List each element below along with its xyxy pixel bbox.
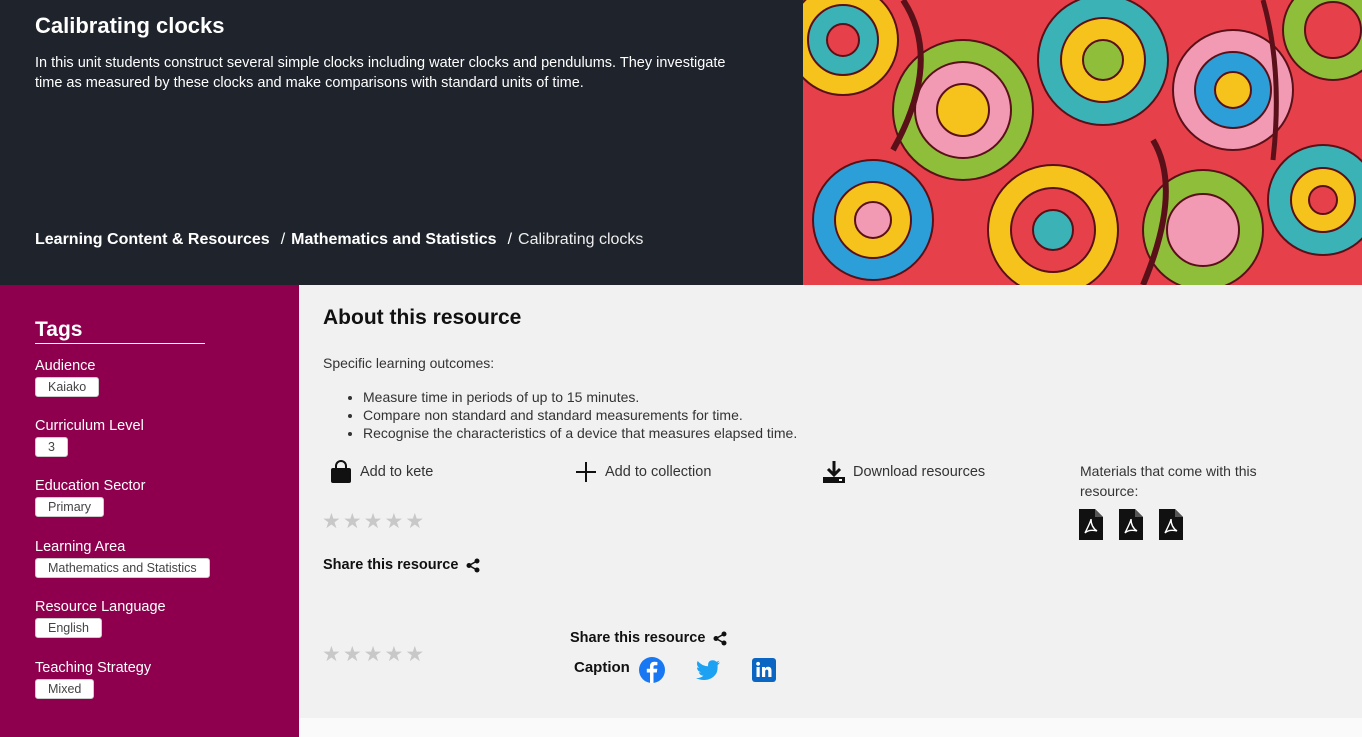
add-to-collection-label: Add to collection	[605, 464, 712, 480]
star-icon[interactable]: ★	[384, 644, 403, 665]
star-icon[interactable]: ★	[322, 644, 341, 665]
star-icon[interactable]: ★	[384, 511, 403, 532]
tag-label: Audience	[35, 358, 96, 374]
list-item: Measure time in periods of up to 15 minu…	[363, 388, 797, 406]
tag-chip[interactable]: English	[35, 618, 102, 638]
about-resource-panel: About this resource Specific learning ou…	[299, 285, 1362, 718]
materials-files	[1079, 509, 1183, 545]
star-icon[interactable]: ★	[405, 511, 424, 532]
tag-label: Resource Language	[35, 599, 166, 615]
linkedin-icon[interactable]	[751, 657, 777, 683]
add-to-collection-button[interactable]: Add to collection	[573, 459, 711, 485]
star-rating-bottom: ★ ★ ★ ★ ★	[322, 644, 424, 665]
share-label: Share this resource	[570, 630, 706, 646]
tags-sidebar: Tags Audience Kaiako Curriculum Level 3 …	[0, 285, 299, 737]
tag-label: Education Sector	[35, 478, 146, 494]
page-description: In this unit students construct several …	[35, 55, 726, 91]
add-to-kete-label: Add to kete	[360, 464, 434, 480]
tag-label: Learning Area	[35, 539, 126, 555]
tag-chip[interactable]: Mathematics and Statistics	[35, 558, 210, 578]
page-footer-strip	[299, 718, 1362, 737]
breadcrumb-separator: /	[280, 231, 286, 248]
star-icon[interactable]: ★	[322, 511, 341, 532]
shopping-bag-icon	[328, 459, 354, 485]
tag-group-learning-area: Learning Area Mathematics and Statistics	[35, 539, 210, 578]
tag-chip[interactable]: Kaiako	[35, 377, 100, 397]
tag-group-audience: Audience Kaiako	[35, 358, 100, 397]
breadcrumb-link-mathematics[interactable]: Mathematics and Statistics	[291, 231, 496, 249]
pdf-icon[interactable]	[1079, 509, 1103, 545]
star-rating: ★ ★ ★ ★ ★	[322, 511, 424, 532]
tag-group-teaching-strategy: Teaching Strategy Mixed	[35, 660, 151, 699]
tag-label: Teaching Strategy	[35, 660, 152, 676]
download-resources-label: Download resources	[853, 464, 986, 480]
breadcrumb-current: Calibrating clocks	[518, 231, 644, 248]
download-icon	[821, 459, 847, 485]
share-resource-button[interactable]: Share this resource	[323, 557, 480, 573]
breadcrumb: Learning Content & Resources / Mathemati…	[35, 231, 643, 249]
hero-banner: Calibrating clocks In this unit students…	[0, 0, 803, 285]
tag-group-education-sector: Education Sector Primary	[35, 478, 145, 517]
star-icon[interactable]: ★	[364, 511, 383, 532]
share-resource-button-bottom[interactable]: Share this resource	[570, 630, 727, 646]
outcomes-intro: Specific learning outcomes:	[323, 355, 495, 371]
share-label: Share this resource	[323, 557, 459, 573]
twitter-icon[interactable]	[695, 657, 721, 683]
pdf-icon[interactable]	[1159, 509, 1183, 545]
share-icon	[466, 558, 480, 573]
pdf-icon[interactable]	[1119, 509, 1143, 545]
star-icon[interactable]: ★	[343, 511, 362, 532]
download-resources-button[interactable]: Download resources	[821, 459, 985, 485]
plus-icon	[573, 459, 599, 485]
add-to-kete-button[interactable]: Add to kete	[328, 459, 433, 485]
facebook-icon[interactable]	[639, 657, 665, 683]
list-item: Compare non standard and standard measur…	[363, 406, 797, 424]
share-icon	[713, 631, 727, 646]
page-title: Calibrating clocks	[35, 13, 225, 38]
about-heading: About this resource	[323, 306, 522, 329]
tag-group-curriculum-level: Curriculum Level 3	[35, 418, 144, 457]
materials-label: Materials that come with this resource:	[1080, 463, 1257, 499]
breadcrumb-link-learning-content[interactable]: Learning Content & Resources	[35, 231, 270, 249]
tag-chip[interactable]: Primary	[35, 497, 105, 517]
tag-chip[interactable]: 3	[35, 437, 68, 457]
star-icon[interactable]: ★	[343, 644, 362, 665]
outcomes-list: Measure time in periods of up to 15 minu…	[323, 388, 797, 442]
star-icon[interactable]: ★	[405, 644, 424, 665]
star-icon[interactable]: ★	[364, 644, 383, 665]
list-item: Recognise the characteristics of a devic…	[363, 424, 797, 442]
tag-chip[interactable]: Mixed	[35, 679, 95, 699]
decorative-pattern-image	[803, 0, 1362, 285]
tag-group-resource-language: Resource Language English	[35, 599, 166, 638]
tag-label: Curriculum Level	[35, 418, 144, 434]
social-caption: Caption	[574, 659, 630, 676]
breadcrumb-separator: /	[507, 231, 513, 248]
tags-heading: Tags	[35, 318, 205, 344]
